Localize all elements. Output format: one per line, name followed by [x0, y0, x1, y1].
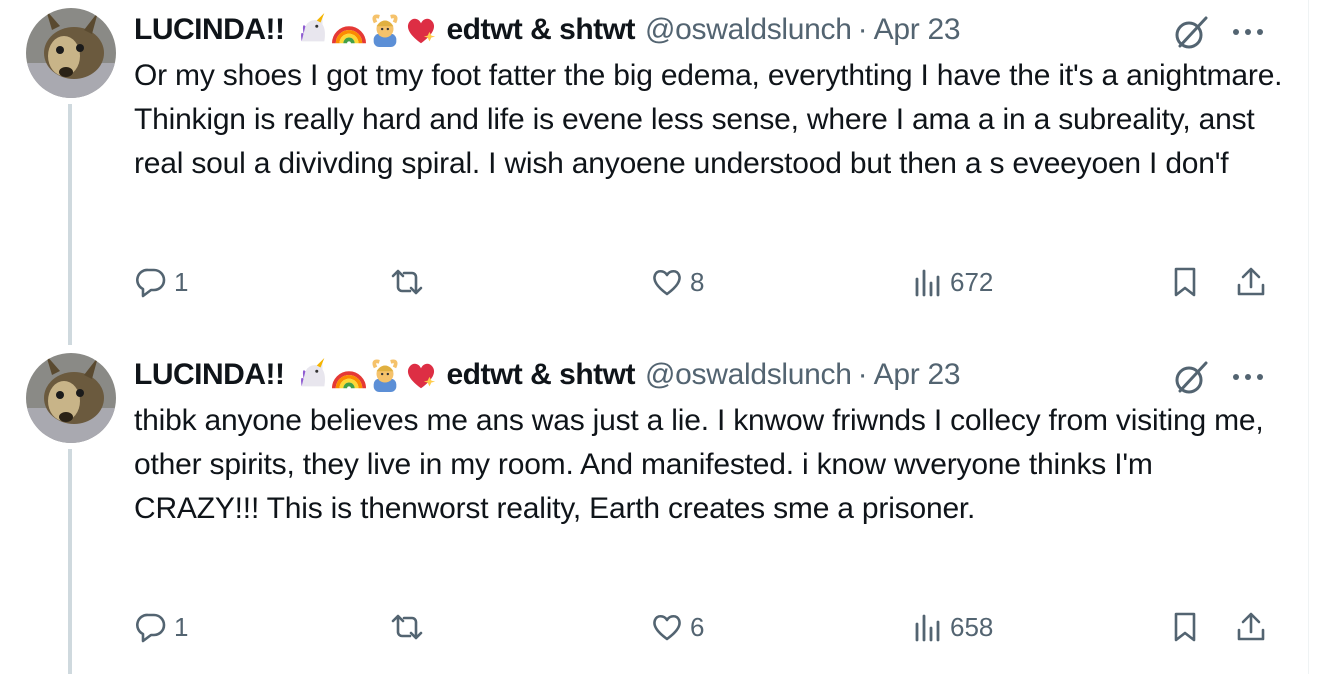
bookmark-button[interactable] — [1168, 262, 1202, 302]
reply-count: 1 — [174, 266, 189, 297]
display-name[interactable]: LUCINDA!! — [134, 358, 285, 392]
retweet-button[interactable] — [390, 262, 430, 302]
reply-icon — [136, 268, 166, 298]
retweet-button[interactable] — [390, 607, 430, 647]
handle[interactable]: @oswaldslunch — [645, 358, 852, 392]
rainbow-emoji — [332, 26, 367, 44]
views-button[interactable]: 658 — [910, 607, 993, 647]
thread-line — [68, 104, 72, 345]
display-name[interactable]: LUCINDA!! — [134, 13, 285, 47]
like-icon — [653, 614, 681, 641]
grok-icon[interactable] — [1172, 14, 1210, 52]
reply-count: 1 — [174, 611, 189, 642]
reply-button[interactable]: 1 — [134, 262, 188, 302]
share-icon — [1237, 612, 1265, 641]
bookmark-button[interactable] — [1168, 607, 1202, 647]
reply-icon — [136, 613, 166, 643]
handle[interactable]: @oswaldslunch — [645, 13, 852, 47]
more-icon[interactable] — [1228, 365, 1268, 389]
bookmark-icon — [1174, 267, 1196, 297]
timestamp[interactable]: Apr 23 — [874, 13, 961, 47]
retweet-icon — [391, 269, 423, 295]
views-icon — [915, 614, 940, 642]
sparkling-heart-emoji — [408, 18, 436, 44]
unicorn-emoji — [301, 358, 326, 387]
display-name-suffix: edtwt & shtwt — [446, 13, 635, 46]
views-button[interactable]: 672 — [910, 262, 993, 302]
reply-button[interactable]: 1 — [134, 607, 188, 647]
timestamp[interactable]: Apr 23 — [874, 358, 961, 392]
more-icon[interactable] — [1228, 20, 1268, 44]
like-button[interactable]: 6 — [650, 607, 704, 647]
tweet[interactable]: LUCINDA!! edtwt & shtwt @oswaldslunch · … — [0, 0, 1308, 345]
tweet-header: LUCINDA!! edtwt & shtwt @oswaldslunch · … — [134, 10, 961, 50]
name-emojis — [296, 13, 438, 47]
views-icon — [915, 269, 940, 297]
grok-icon[interactable] — [1172, 359, 1210, 397]
like-button[interactable]: 8 — [650, 262, 704, 302]
tweet[interactable]: LUCINDA!! edtwt & shtwt @oswaldslunch · … — [0, 345, 1308, 674]
person-gesturing-ok-emoji — [372, 14, 399, 47]
avatar[interactable] — [26, 353, 116, 443]
unicorn-emoji — [301, 13, 326, 42]
separator: · — [857, 358, 868, 391]
retweet-icon — [391, 614, 423, 640]
like-count: 6 — [690, 611, 705, 642]
avatar[interactable] — [26, 8, 116, 98]
rainbow-emoji — [332, 371, 367, 389]
share-button[interactable] — [1234, 607, 1268, 647]
like-count: 8 — [690, 266, 705, 297]
tweet-text: thibk anyone believes me ans was just a … — [134, 404, 1264, 525]
tweet-actions: 1 8 672 — [134, 262, 1274, 302]
display-name-suffix: edtwt & shtwt — [446, 358, 635, 391]
thread-line — [68, 449, 72, 674]
sparkling-heart-emoji — [408, 363, 436, 389]
timeline-border — [1308, 0, 1309, 674]
name-emojis — [296, 358, 438, 392]
bookmark-icon — [1174, 612, 1196, 642]
views-count: 658 — [950, 611, 994, 642]
tweet-text: Or my shoes I got tmy foot fatter the bi… — [134, 59, 1283, 180]
tweet-header: LUCINDA!! edtwt & shtwt @oswaldslunch · … — [134, 355, 961, 395]
like-icon — [653, 269, 681, 296]
views-count: 672 — [950, 266, 994, 297]
person-gesturing-ok-emoji — [372, 359, 399, 392]
tweet-actions: 1 6 658 — [134, 607, 1274, 647]
separator: · — [857, 13, 868, 46]
share-button[interactable] — [1234, 262, 1268, 302]
share-icon — [1237, 267, 1265, 296]
